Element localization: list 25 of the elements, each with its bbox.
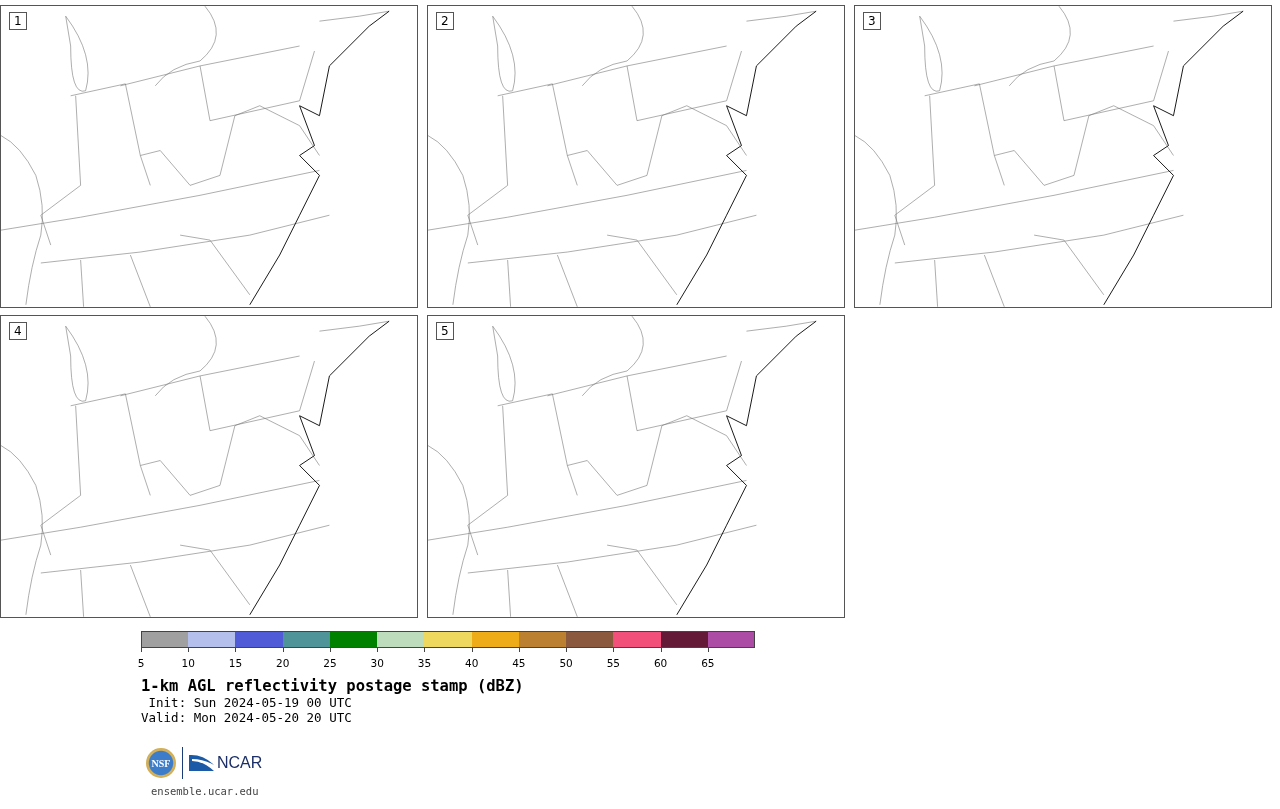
chart-title: 1-km AGL reflectivity postage stamp (dBZ) <box>141 677 525 695</box>
seal-logo: NSF <box>146 748 176 778</box>
tick-label: 45 <box>512 657 526 669</box>
tick-label: 65 <box>701 657 715 669</box>
logo-wordmark: NCAR <box>217 754 263 772</box>
tick-label: 40 <box>464 657 479 669</box>
panel-number: 5 <box>436 322 454 340</box>
tick-label: 10 <box>181 657 195 669</box>
panel-number: 3 <box>863 12 881 30</box>
tick-label: 30 <box>370 657 384 669</box>
panel-number: 2 <box>436 12 454 30</box>
tick-label: 15 <box>228 657 243 669</box>
init-time: Init: Sun 2024-05-19 00 UTC <box>147 695 353 710</box>
website-url: ensemble.ucar.edu <box>150 785 260 797</box>
panel-number: 1 <box>9 12 27 30</box>
swoosh-logo-icon <box>189 753 215 773</box>
tick-label: 35 <box>417 657 432 669</box>
panel-number: 4 <box>9 322 27 340</box>
tick-label: 20 <box>276 657 290 669</box>
tick-label: 60 <box>653 657 668 669</box>
tick-label: 50 <box>559 657 573 669</box>
tick-label: 25 <box>323 657 337 669</box>
tick-label: 55 <box>606 657 621 669</box>
tick-label: 5 <box>137 657 145 669</box>
valid-time: Valid: Mon 2024-05-20 20 UTC <box>141 710 353 725</box>
